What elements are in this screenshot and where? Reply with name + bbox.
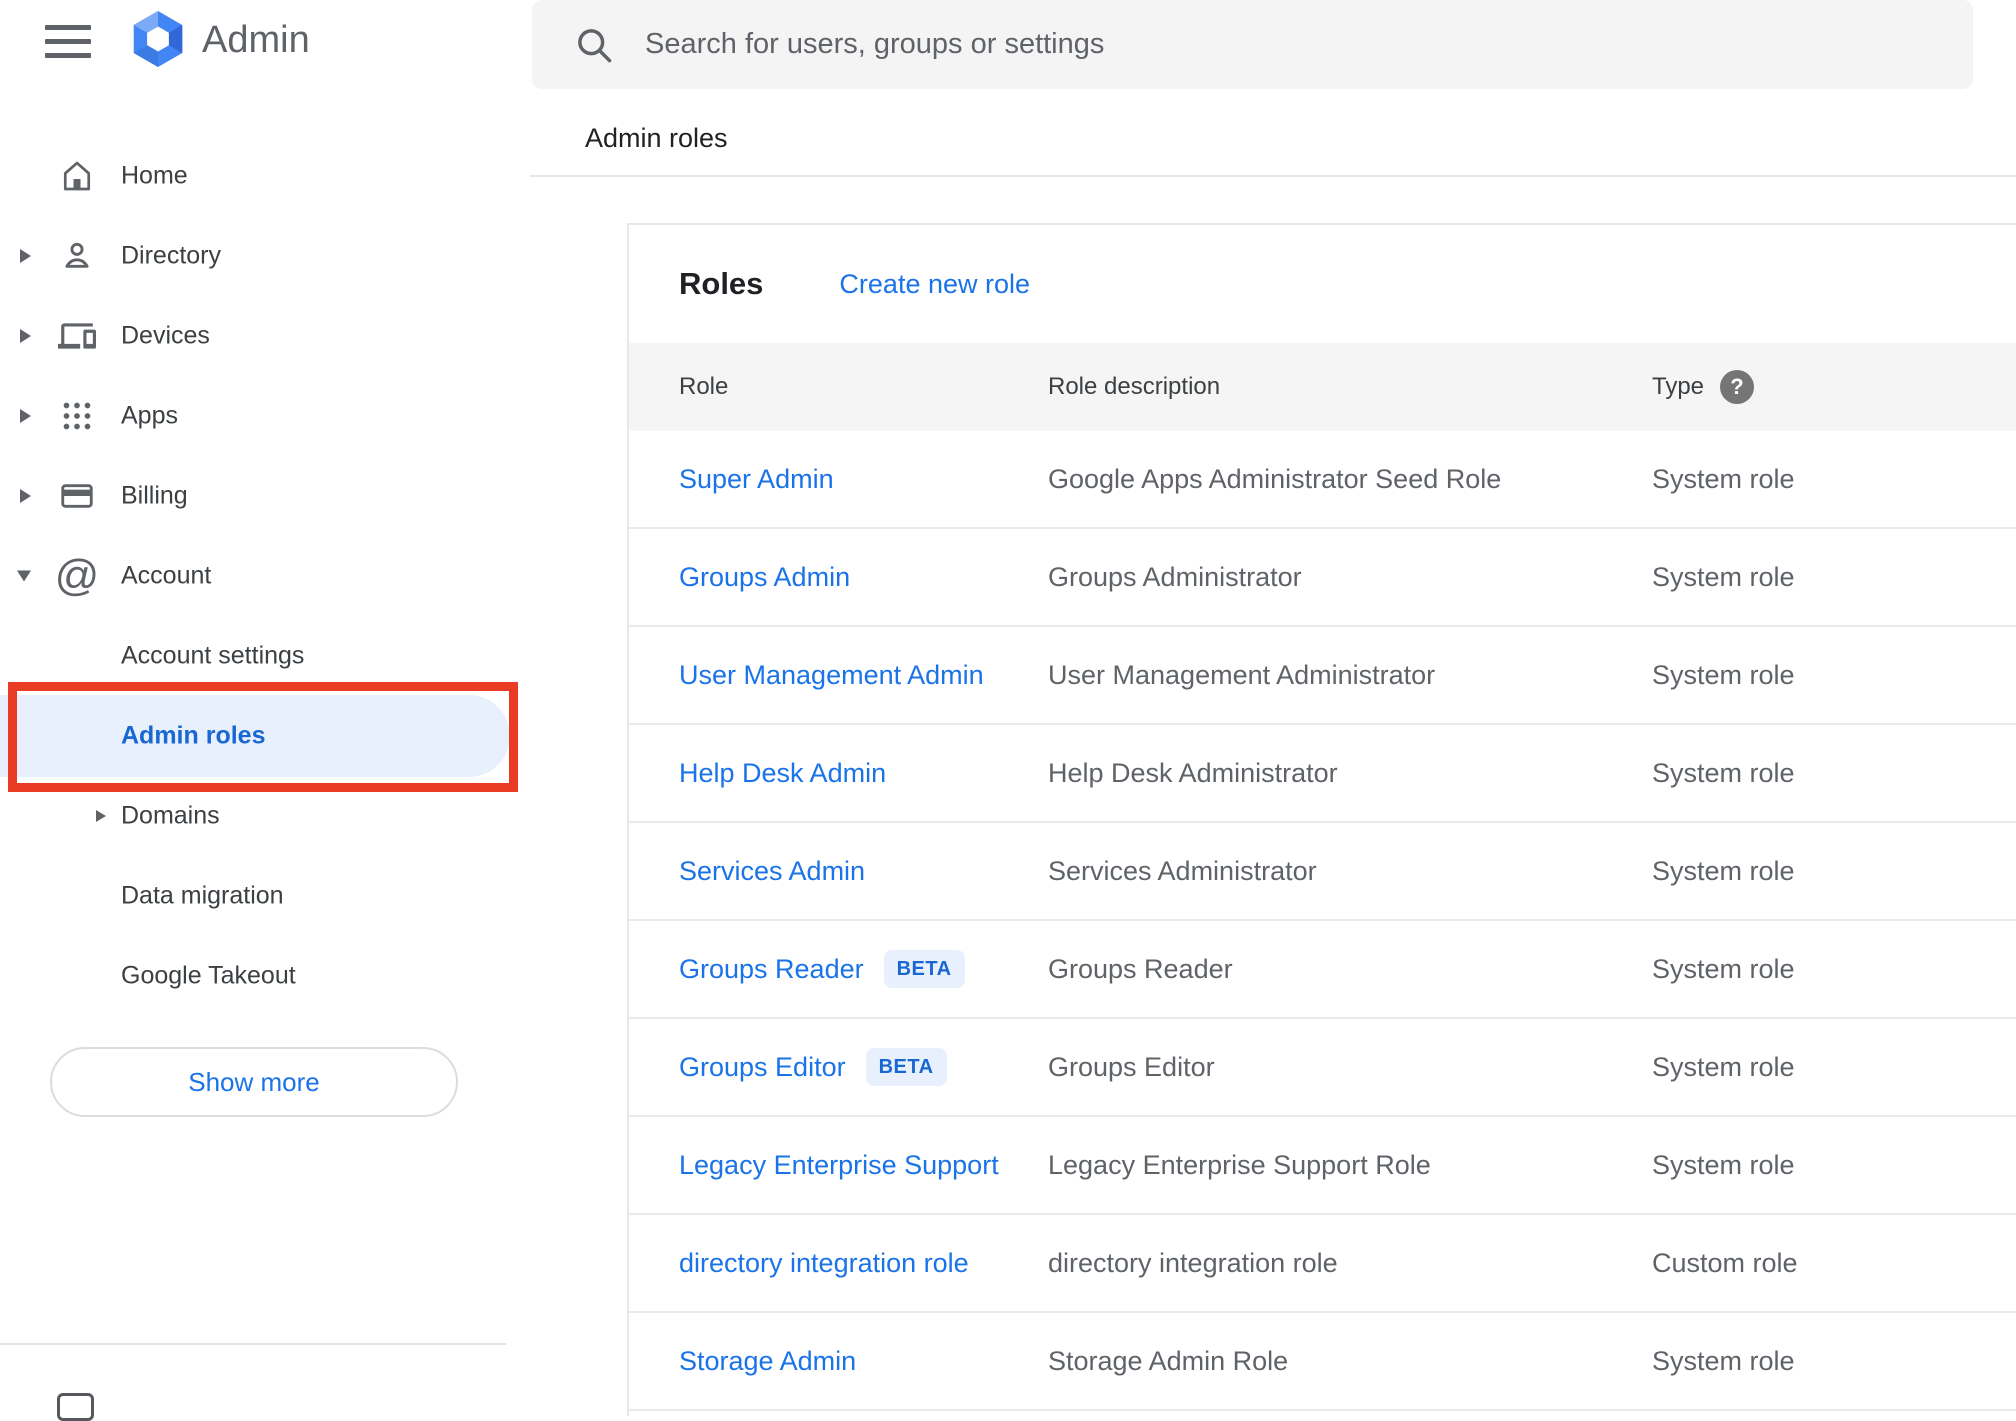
sidebar-item-label: Devices bbox=[121, 321, 210, 350]
sidebar-item-account[interactable]: @ Account bbox=[0, 536, 514, 616]
sidebar-item-label: Account bbox=[121, 561, 212, 590]
chevron-right-icon bbox=[20, 489, 31, 503]
sidebar-item-label: Account settings bbox=[121, 641, 305, 670]
role-link[interactable]: Groups Editor bbox=[679, 1052, 846, 1083]
sidebar-header: Admin bbox=[0, 0, 514, 100]
beta-badge: BETA bbox=[865, 1048, 947, 1086]
sidebar-item-label: Directory bbox=[121, 241, 222, 270]
role-link[interactable]: Legacy Enterprise Support bbox=[679, 1150, 999, 1181]
card-header: Roles Create new role bbox=[629, 225, 2016, 343]
show-more-button[interactable]: Show more bbox=[50, 1047, 458, 1117]
sidebar-item-account-settings[interactable]: Account settings bbox=[0, 616, 514, 696]
role-type: System role bbox=[1652, 1051, 1795, 1082]
search-placeholder: Search for users, groups or settings bbox=[645, 28, 1105, 60]
app-title: Admin bbox=[202, 19, 310, 61]
sidebar-item-label: Apps bbox=[121, 401, 178, 430]
role-type: System role bbox=[1652, 1345, 1795, 1376]
chevron-down-icon bbox=[17, 570, 31, 582]
table-row: Groups Admin Groups Administrator System… bbox=[629, 529, 2016, 627]
column-type: Type bbox=[1652, 373, 1705, 400]
sidebar-item-admin-roles[interactable]: Admin roles bbox=[0, 695, 514, 777]
chevron-right-icon bbox=[20, 409, 31, 423]
role-description: Help Desk Administrator bbox=[1048, 757, 1338, 788]
column-role-description: Role description bbox=[1048, 373, 1221, 400]
admin-logo-icon bbox=[126, 7, 190, 71]
sidebar: Admin Home Directory Devices Apps Billin… bbox=[0, 0, 514, 1421]
devices-icon bbox=[57, 316, 97, 356]
sidebar-item-label: Google Takeout bbox=[121, 961, 296, 990]
table-row: Storage Admin Storage Admin Role System … bbox=[629, 1313, 2016, 1411]
column-role: Role bbox=[679, 373, 729, 400]
sidebar-item-devices[interactable]: Devices bbox=[0, 296, 514, 376]
chevron-right-icon bbox=[20, 329, 31, 343]
role-link[interactable]: Groups Admin bbox=[679, 562, 850, 593]
role-description: Groups Administrator bbox=[1048, 561, 1302, 592]
sidebar-nav: Home Directory Devices Apps Billing @ Ac… bbox=[0, 136, 514, 1016]
role-link[interactable]: directory integration role bbox=[679, 1248, 969, 1279]
role-type: Custom role bbox=[1652, 1247, 1798, 1278]
role-type: System role bbox=[1652, 855, 1795, 886]
sidebar-item-label: Home bbox=[121, 161, 188, 190]
role-type: System role bbox=[1652, 463, 1795, 494]
sidebar-item-label: Billing bbox=[121, 481, 188, 510]
sidebar-item-directory[interactable]: Directory bbox=[0, 216, 514, 296]
role-description: Storage Admin Role bbox=[1048, 1345, 1289, 1376]
sidebar-item-google-takeout[interactable]: Google Takeout bbox=[0, 936, 514, 1016]
header-divider bbox=[530, 175, 2016, 177]
sidebar-item-label: Data migration bbox=[121, 881, 284, 910]
role-type: System role bbox=[1652, 561, 1795, 592]
table-row: Help Desk Admin Help Desk Administrator … bbox=[629, 725, 2016, 823]
table-header: Role Role description Type ? bbox=[629, 343, 2016, 431]
sidebar-item-domains[interactable]: Domains bbox=[0, 776, 514, 856]
help-icon[interactable]: ? bbox=[1720, 370, 1755, 404]
table-row: Services Admin Services Administrator Sy… bbox=[629, 823, 2016, 921]
chevron-right-icon bbox=[20, 249, 31, 263]
role-link[interactable]: Storage Admin bbox=[679, 1346, 856, 1377]
sidebar-item-home[interactable]: Home bbox=[0, 136, 514, 216]
roles-card: Roles Create new role Role Role descript… bbox=[627, 223, 2016, 1416]
role-type: System role bbox=[1652, 659, 1795, 690]
role-type: System role bbox=[1652, 953, 1795, 984]
role-link[interactable]: Groups Reader bbox=[679, 954, 864, 985]
table-row: User Management Admin User Management Ad… bbox=[629, 627, 2016, 725]
partial-bottom-icon bbox=[57, 1393, 94, 1421]
table-row: Super Admin Google Apps Administrator Se… bbox=[629, 431, 2016, 529]
table-row: Groups Editor BETA Groups Editor System … bbox=[629, 1019, 2016, 1117]
role-description: Google Apps Administrator Seed Role bbox=[1048, 463, 1502, 494]
create-new-role-link[interactable]: Create new role bbox=[839, 269, 1030, 300]
menu-icon[interactable] bbox=[45, 25, 91, 58]
sidebar-item-label: Domains bbox=[121, 801, 220, 830]
table-row: Groups Reader BETA Groups Reader System … bbox=[629, 921, 2016, 1019]
role-description: User Management Administrator bbox=[1048, 659, 1436, 690]
sidebar-item-data-migration[interactable]: Data migration bbox=[0, 856, 514, 936]
search-input[interactable]: Search for users, groups or settings bbox=[532, 0, 1973, 89]
role-description: Groups Reader bbox=[1048, 953, 1233, 984]
role-link[interactable]: Services Admin bbox=[679, 856, 865, 887]
breadcrumb: Admin roles bbox=[585, 123, 728, 153]
role-description: Groups Editor bbox=[1048, 1051, 1215, 1082]
role-link[interactable]: Super Admin bbox=[679, 464, 834, 495]
table-row: Legacy Enterprise Support Legacy Enterpr… bbox=[629, 1117, 2016, 1215]
role-link[interactable]: User Management Admin bbox=[679, 660, 984, 691]
role-type: System role bbox=[1652, 1149, 1795, 1180]
role-description: directory integration role bbox=[1048, 1247, 1338, 1278]
home-icon bbox=[57, 156, 97, 196]
at-sign-icon: @ bbox=[54, 551, 100, 600]
role-type: System role bbox=[1652, 757, 1795, 788]
sidebar-item-apps[interactable]: Apps bbox=[0, 376, 514, 456]
person-icon bbox=[57, 236, 97, 276]
sidebar-bottom-divider bbox=[0, 1343, 506, 1345]
beta-badge: BETA bbox=[883, 950, 965, 988]
search-icon bbox=[572, 23, 616, 72]
sidebar-item-label: Admin roles bbox=[121, 721, 266, 750]
apps-grid-icon bbox=[57, 396, 97, 436]
table-row: directory integration role directory int… bbox=[629, 1215, 2016, 1313]
role-description: Legacy Enterprise Support Role bbox=[1048, 1149, 1431, 1180]
sidebar-item-billing[interactable]: Billing bbox=[0, 456, 514, 536]
role-link[interactable]: Help Desk Admin bbox=[679, 758, 886, 789]
billing-card-icon bbox=[57, 476, 97, 516]
chevron-right-icon bbox=[96, 810, 106, 822]
card-title: Roles bbox=[679, 266, 764, 301]
role-description: Services Administrator bbox=[1048, 855, 1317, 886]
